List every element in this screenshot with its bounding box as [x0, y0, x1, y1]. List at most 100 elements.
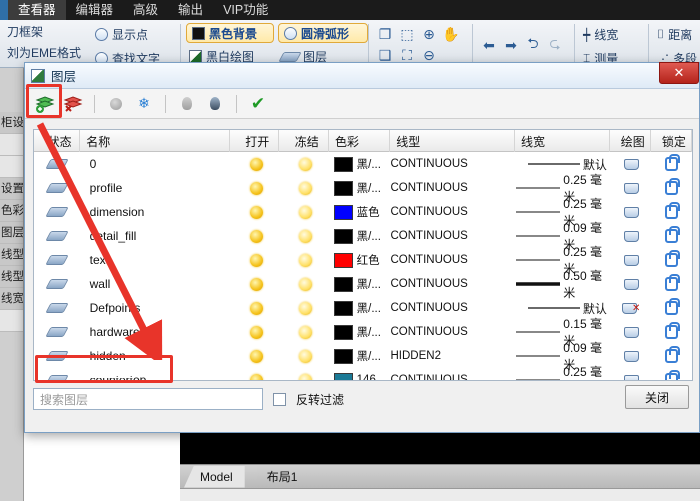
- cell-lock[interactable]: [651, 224, 692, 248]
- zoom-window-icon[interactable]: ⬚: [396, 24, 418, 45]
- cell-freeze[interactable]: [281, 200, 330, 224]
- copy-window-icon[interactable]: ❐: [374, 24, 396, 45]
- cell-freeze[interactable]: [281, 176, 330, 200]
- cell-freeze[interactable]: [281, 272, 330, 296]
- cell-on[interactable]: [232, 176, 281, 200]
- cell-linetype[interactable]: CONTINUOUS: [391, 152, 516, 176]
- cell-linetype[interactable]: CONTINUOUS: [391, 224, 516, 248]
- dialog-titlebar[interactable]: 图层 ✕: [25, 63, 699, 89]
- ribbon-frame-item[interactable]: 刀框架: [0, 21, 86, 42]
- cell-on[interactable]: [232, 344, 281, 368]
- cell-color[interactable]: 146: [330, 368, 391, 381]
- col-header-on[interactable]: 打开: [230, 130, 280, 152]
- sidebar-item-linetype[interactable]: 线型: [0, 244, 23, 266]
- cell-plot[interactable]: [611, 368, 652, 381]
- cell-on[interactable]: [232, 224, 281, 248]
- cell-lock[interactable]: [651, 176, 692, 200]
- sidebar-item-lineweight[interactable]: 线宽: [0, 288, 23, 310]
- cell-on[interactable]: [232, 248, 281, 272]
- menu-item-viewer[interactable]: 查看器: [8, 0, 66, 20]
- cell-color[interactable]: 红色: [330, 248, 391, 272]
- ribbon-distance-item[interactable]: ⌷ 距离: [654, 24, 700, 45]
- cell-linetype[interactable]: CONTINUOUS: [391, 320, 516, 344]
- cell-plot[interactable]: [611, 320, 652, 344]
- cell-plot[interactable]: [611, 248, 652, 272]
- cell-plot[interactable]: ✕: [611, 296, 652, 320]
- cell-lineweight[interactable]: 0.50 毫米: [516, 272, 611, 296]
- dialog-close-icon[interactable]: ✕: [659, 62, 699, 84]
- cell-lock[interactable]: [651, 296, 692, 320]
- cell-plot[interactable]: [611, 344, 652, 368]
- ribbon-lineweight-item[interactable]: ┿ 线宽: [580, 24, 646, 45]
- cell-plot[interactable]: [611, 152, 652, 176]
- cell-freeze[interactable]: [281, 368, 330, 381]
- cell-on[interactable]: [232, 320, 281, 344]
- cell-color[interactable]: 黑/...: [330, 272, 391, 296]
- cell-linetype[interactable]: HIDDEN2: [391, 344, 516, 368]
- cell-linetype[interactable]: CONTINUOUS: [391, 272, 516, 296]
- col-header-lineweight[interactable]: 线宽: [515, 130, 610, 152]
- cell-on[interactable]: [232, 272, 281, 296]
- cell-on[interactable]: [232, 368, 281, 381]
- cell-plot[interactable]: [611, 176, 652, 200]
- cell-plot[interactable]: [611, 272, 652, 296]
- menu-item-output[interactable]: 输出: [168, 0, 213, 20]
- tab-layout1[interactable]: 布局1: [257, 466, 308, 488]
- menu-item-advanced[interactable]: 高级: [123, 0, 168, 20]
- sidebar-item-blank-2[interactable]: [0, 156, 23, 178]
- tab-model[interactable]: Model: [184, 466, 245, 488]
- cell-linetype[interactable]: CONTINUOUS: [391, 176, 516, 200]
- cell-lock[interactable]: [651, 344, 692, 368]
- cell-plot[interactable]: [611, 200, 652, 224]
- cell-freeze[interactable]: [281, 152, 330, 176]
- sidebar-item-blank-1[interactable]: [0, 134, 23, 156]
- cell-freeze[interactable]: [281, 248, 330, 272]
- cell-plot[interactable]: [611, 224, 652, 248]
- sidebar-item-cabinet[interactable]: 柜设: [0, 112, 23, 134]
- menu-item-editor[interactable]: 编辑器: [66, 0, 124, 20]
- cell-linetype[interactable]: CONTINUOUS: [391, 368, 516, 381]
- cell-on[interactable]: [232, 152, 281, 176]
- cell-lock[interactable]: [651, 152, 692, 176]
- invert-filter-checkbox[interactable]: [273, 393, 286, 406]
- cell-color[interactable]: 黑/...: [330, 296, 391, 320]
- pan-hand-icon[interactable]: ✋: [440, 24, 462, 45]
- cell-color[interactable]: 黑/...: [330, 320, 391, 344]
- cell-on[interactable]: [232, 296, 281, 320]
- redo-icon[interactable]: ⮌: [522, 35, 544, 56]
- ribbon-smooth-arc-item[interactable]: 圆滑弧形: [278, 23, 368, 43]
- sidebar-item-blank-3[interactable]: [0, 310, 23, 332]
- cell-color[interactable]: 黑/...: [330, 152, 391, 176]
- close-button[interactable]: 关闭: [625, 385, 689, 409]
- set-current-button[interactable]: ✔: [246, 92, 270, 116]
- layer-name-edit-box[interactable]: [78, 360, 134, 378]
- cell-color[interactable]: 黑/...: [330, 224, 391, 248]
- cell-lock[interactable]: [651, 272, 692, 296]
- ribbon-export-emf-item[interactable]: 刘为EME格式: [0, 42, 86, 63]
- cell-lineweight[interactable]: 0.25 毫米: [516, 368, 611, 381]
- cell-on[interactable]: [232, 200, 281, 224]
- cell-lock[interactable]: [651, 368, 692, 381]
- cell-freeze[interactable]: [281, 320, 330, 344]
- cell-color[interactable]: 黑/...: [330, 344, 391, 368]
- cell-freeze[interactable]: [281, 296, 330, 320]
- zoom-in-icon[interactable]: ⊕: [418, 24, 440, 45]
- cell-freeze[interactable]: [281, 224, 330, 248]
- back-arrow-icon[interactable]: ⬅: [478, 35, 500, 56]
- forward-arrow-icon[interactable]: ➡: [500, 35, 522, 56]
- col-header-freeze[interactable]: 冻结: [279, 130, 329, 152]
- col-header-linetype[interactable]: 线型: [390, 130, 515, 152]
- sidebar-item-color[interactable]: 色彩: [0, 200, 23, 222]
- cell-lock[interactable]: [651, 200, 692, 224]
- col-header-lock[interactable]: 锁定: [651, 130, 692, 152]
- sidebar-item-settings[interactable]: 设置: [0, 178, 23, 200]
- sidebar-item-ltscale[interactable]: 线型比: [0, 266, 23, 288]
- cell-color[interactable]: 蓝色: [330, 200, 391, 224]
- search-input[interactable]: 搜索图层: [33, 388, 263, 410]
- ribbon-show-points-item[interactable]: 显示点: [92, 24, 178, 45]
- col-header-color[interactable]: 色彩: [329, 130, 390, 152]
- cell-lock[interactable]: [651, 320, 692, 344]
- ribbon-black-background-item[interactable]: 黑色背景: [186, 23, 274, 43]
- cell-linetype[interactable]: CONTINUOUS: [391, 200, 516, 224]
- sidebar-item-layer[interactable]: 图层: [0, 222, 23, 244]
